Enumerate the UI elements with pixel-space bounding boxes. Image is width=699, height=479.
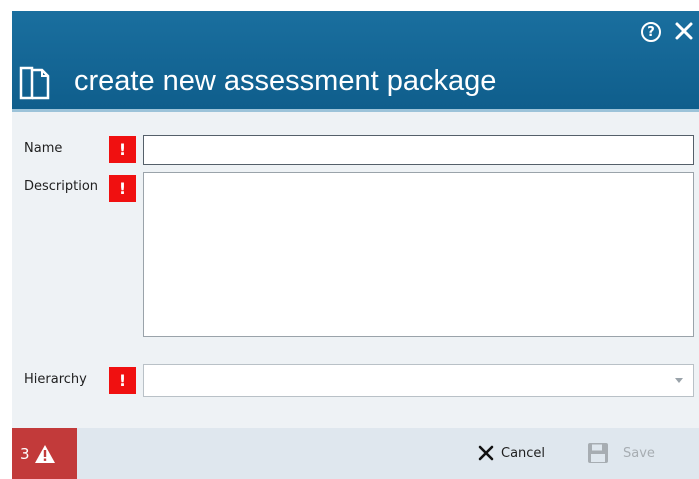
cancel-x-icon bbox=[478, 445, 494, 461]
warning-icon bbox=[34, 444, 55, 463]
error-summary-button[interactable]: 3 bbox=[12, 428, 77, 479]
hierarchy-required-indicator: ! bbox=[109, 367, 136, 394]
description-required-indicator: ! bbox=[109, 175, 136, 202]
dialog-header: ? create new assessment package bbox=[12, 11, 699, 109]
create-package-dialog: ? create new assessment package Name ! D… bbox=[12, 11, 699, 479]
save-button[interactable]: Save bbox=[587, 440, 655, 466]
dialog-footer: 3 Cancel Save bbox=[12, 428, 699, 479]
help-button[interactable]: ? bbox=[641, 22, 661, 42]
help-circle-icon: ? bbox=[647, 24, 655, 40]
close-icon[interactable] bbox=[672, 19, 696, 43]
name-label: Name bbox=[24, 141, 63, 156]
dialog-title: create new assessment package bbox=[74, 65, 497, 97]
name-input[interactable] bbox=[143, 135, 694, 165]
header-divider bbox=[12, 109, 699, 112]
description-label: Description bbox=[24, 179, 99, 194]
floppy-disk-icon bbox=[588, 443, 608, 463]
chevron-down-icon[interactable] bbox=[675, 378, 683, 383]
cancel-label: Cancel bbox=[501, 445, 546, 461]
name-required-indicator: ! bbox=[109, 136, 136, 163]
hierarchy-select[interactable] bbox=[143, 364, 694, 397]
save-label: Save bbox=[623, 445, 655, 461]
cancel-button[interactable]: Cancel bbox=[477, 440, 545, 466]
description-textarea[interactable] bbox=[143, 172, 694, 337]
error-count: 3 bbox=[20, 444, 30, 463]
documents-icon bbox=[19, 66, 50, 100]
hierarchy-label: Hierarchy bbox=[24, 372, 87, 387]
